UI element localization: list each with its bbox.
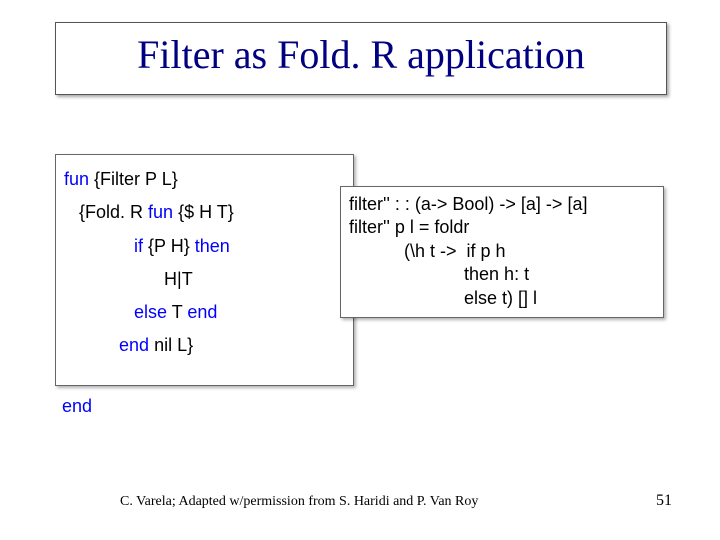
haskell-code-box: filter'' : : (a-> Bool) -> [a] -> [a] fi… [340,186,664,318]
oz-code: fun {Filter P L} {Fold. R fun {$ H T} if… [64,163,234,363]
oz-code-box: fun {Filter P L} {Fold. R fun {$ H T} if… [55,154,354,386]
page-number: 51 [656,492,672,510]
slide: Filter as Fold. R application fun {Filte… [0,0,720,540]
slide-title: Filter as Fold. R application [137,32,585,77]
haskell-code: filter'' : : (a-> Bool) -> [a] -> [a] fi… [349,193,587,310]
title-box: Filter as Fold. R application [55,22,667,95]
oz-end-keyword: end [62,396,92,417]
footer-credit: C. Varela; Adapted w/permission from S. … [120,494,478,510]
